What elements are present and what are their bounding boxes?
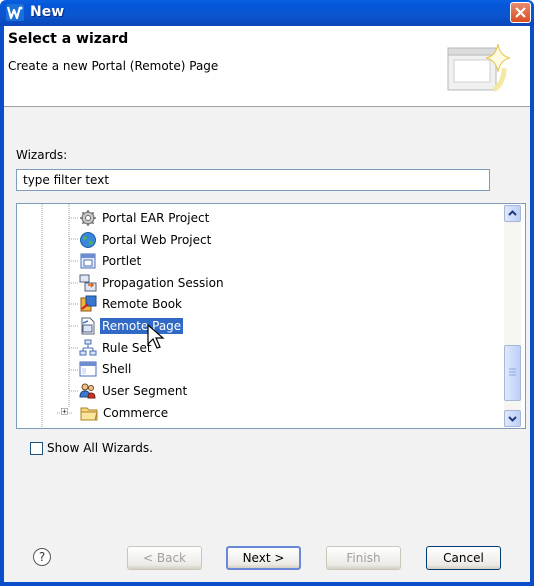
help-button[interactable]: ? <box>33 548 51 566</box>
mouse-cursor-icon <box>147 324 165 349</box>
wizard-tree[interactable]: Portal EAR Project Portal Web Project Po… <box>16 203 526 429</box>
tree-item-label: Remote Page <box>100 318 184 334</box>
close-button[interactable] <box>510 2 531 23</box>
scroll-up-button[interactable] <box>504 205 521 222</box>
chevron-up-icon <box>508 210 517 216</box>
window-frame-right <box>530 26 534 586</box>
user-segment-icon <box>79 383 96 399</box>
cancel-button[interactable]: Cancel <box>426 546 501 570</box>
show-all-wizards-label[interactable]: Show All Wizards. <box>47 441 153 455</box>
propagation-icon <box>79 274 97 292</box>
tree-item-commerce[interactable]: Commerce <box>61 403 170 423</box>
next-button[interactable]: Next > <box>226 546 301 570</box>
remote-page-icon <box>81 317 95 335</box>
tree-item-portal-web-project[interactable]: Portal Web Project <box>79 230 213 250</box>
tree-item-portlet[interactable]: Portlet <box>79 251 143 271</box>
tree-item-label: Commerce <box>103 406 169 420</box>
finish-button[interactable]: Finish <box>326 546 401 570</box>
rule-set-icon <box>79 339 97 356</box>
tree-item-label: Portlet <box>102 254 142 268</box>
tree-item-remote-book[interactable]: Remote Book <box>79 294 184 314</box>
wizard-filter-input[interactable] <box>16 169 490 191</box>
globe-icon <box>80 232 96 248</box>
chevron-down-icon <box>508 416 517 422</box>
gear-icon <box>80 210 96 226</box>
tree-item-label: Portal EAR Project <box>102 211 210 225</box>
banner-description: Create a new Portal (Remote) Page <box>8 59 219 73</box>
show-all-wizards-checkbox[interactable] <box>30 442 43 455</box>
tree-scrollbar[interactable] <box>504 205 521 427</box>
tree-item-label: Portal Web Project <box>102 233 212 247</box>
folder-icon <box>80 407 98 421</box>
banner-title: Select a wizard <box>8 31 129 47</box>
tree-item-label: Rule Set <box>102 341 152 355</box>
tree-item-rule-set[interactable]: Rule Set <box>79 338 154 358</box>
remote-book-icon <box>80 295 97 312</box>
tree-item-shell[interactable]: Shell <box>79 359 133 379</box>
wizards-label: Wizards: <box>16 148 68 162</box>
w-logo-icon <box>6 4 24 21</box>
scroll-thumb[interactable] <box>504 345 521 401</box>
tree-item-propagation-session[interactable]: Propagation Session <box>79 273 226 293</box>
tree-item-label: Shell <box>102 362 132 376</box>
scroll-down-button[interactable] <box>504 410 521 427</box>
title-bar[interactable] <box>0 0 534 26</box>
tree-item-label: Remote Book <box>102 297 182 311</box>
grip-icon <box>509 368 516 376</box>
wizard-banner-icon <box>447 43 511 92</box>
close-icon <box>515 7 526 18</box>
back-button[interactable]: < Back <box>127 546 202 570</box>
window-title: New <box>30 4 65 20</box>
window-frame-bottom <box>0 582 534 586</box>
expand-plus-icon[interactable] <box>61 407 72 419</box>
shell-icon <box>79 361 97 377</box>
tree-item-label: User Segment <box>102 384 188 398</box>
tree-item-user-segment[interactable]: User Segment <box>79 381 189 401</box>
tree-item-label: Propagation Session <box>102 276 224 290</box>
tree-item-portal-ear-project[interactable]: Portal EAR Project <box>79 208 211 228</box>
portlet-icon <box>80 253 96 269</box>
